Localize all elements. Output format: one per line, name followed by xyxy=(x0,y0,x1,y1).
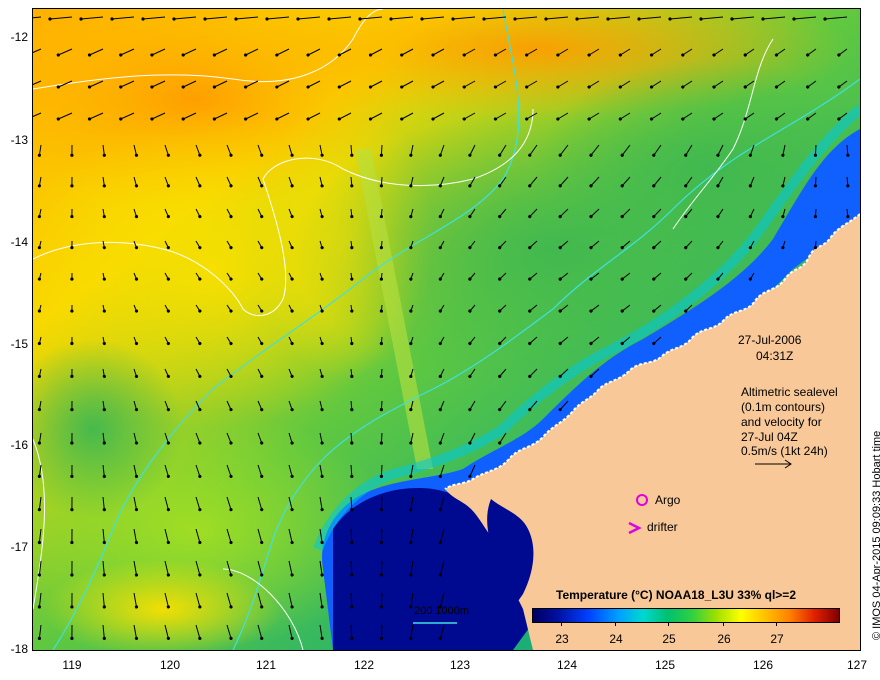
x-tick-label: 122 xyxy=(353,658,375,672)
colorbar-tick-mark xyxy=(723,622,724,626)
y-tick-label: -12 xyxy=(10,30,28,44)
date-label: 27-Jul-2006 xyxy=(738,333,802,347)
y-tick-label: -13 xyxy=(10,133,28,147)
x-tick-label: 119 xyxy=(62,658,82,672)
velocity-arrow xyxy=(379,464,383,478)
velocity-arrow xyxy=(379,208,383,219)
velocity-arrow xyxy=(813,208,818,219)
colorbar-tick-label: 23 xyxy=(555,632,569,646)
velocity-arrow xyxy=(379,144,383,157)
velocity-arrow xyxy=(379,272,383,281)
velocity-arrow xyxy=(379,400,383,412)
y-tick-label: -16 xyxy=(10,438,28,452)
colorbar-tick-label: 27 xyxy=(770,632,784,646)
x-tick-label: 121 xyxy=(255,658,277,672)
altimetry-line4: 27-Jul 04Z xyxy=(741,430,798,444)
time-label: 04:31Z xyxy=(756,349,794,363)
y-tick-label: -17 xyxy=(10,540,28,554)
x-tick-label: 120 xyxy=(159,658,181,672)
map-panel: 27-Jul-2006 04:31Z Altimetric sealevel (… xyxy=(32,8,861,651)
velocity-arrow xyxy=(379,560,383,577)
x-tick-label: 125 xyxy=(654,658,676,672)
temperature-colorbar xyxy=(532,608,840,623)
colorbar-tick-mark xyxy=(668,622,669,626)
x-tick-label: 124 xyxy=(556,658,578,672)
sst-map xyxy=(33,9,860,650)
velocity-arrow xyxy=(813,176,818,188)
velocity-arrow xyxy=(379,528,383,545)
colorbar-tick-label: 24 xyxy=(609,632,623,646)
x-tick-label: 123 xyxy=(449,658,471,672)
velocity-arrow xyxy=(813,144,818,157)
x-tick-label: 127 xyxy=(846,658,868,672)
velocity-arrow xyxy=(379,368,383,378)
colorbar-tick-mark xyxy=(615,622,616,626)
velocity-arrow xyxy=(379,304,383,313)
colorbar-tick-label: 25 xyxy=(662,632,676,646)
velocity-arrow xyxy=(379,624,383,640)
credit-text: © IMOS 04-Apr-2015 09:09:33 Hobart time xyxy=(871,430,880,640)
y-tick-label: -14 xyxy=(10,235,28,249)
altimetry-line2: (0.1m contours) xyxy=(741,400,826,414)
drifter-label: drifter xyxy=(647,520,678,534)
velocity-arrow xyxy=(379,176,383,188)
x-tick-label: 126 xyxy=(752,658,774,672)
isobath-scale-label: 200 1000m xyxy=(414,605,470,617)
altimetry-line5: 0.5m/s (1kt 24h) xyxy=(741,444,828,458)
y-tick-label: -15 xyxy=(10,337,28,351)
velocity-arrow xyxy=(813,240,818,250)
colorbar-title: Temperature (°C) NOAA18_L3U 33% ql>=2 xyxy=(556,588,796,602)
velocity-arrow xyxy=(379,496,383,512)
velocity-arrow xyxy=(379,336,383,346)
colorbar-tick-mark xyxy=(776,622,777,626)
altimetry-line1: Altimetric sealevel xyxy=(741,385,838,399)
velocity-arrow xyxy=(379,240,383,250)
colorbar-tick-label: 26 xyxy=(717,632,731,646)
velocity-arrow xyxy=(379,432,383,445)
altimetry-line3: and velocity for xyxy=(741,415,822,429)
argo-label: Argo xyxy=(655,493,681,507)
y-tick-label: -18 xyxy=(10,642,28,656)
colorbar-tick-mark xyxy=(561,622,562,626)
velocity-arrow xyxy=(379,592,383,609)
